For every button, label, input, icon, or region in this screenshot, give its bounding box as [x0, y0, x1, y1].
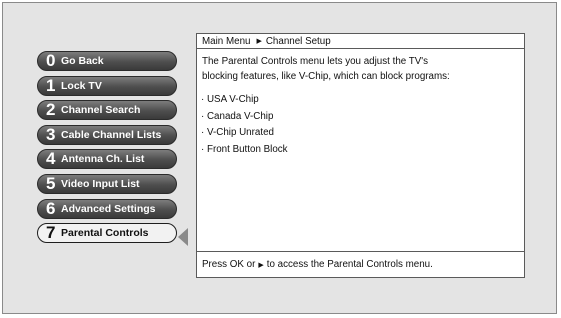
description-line: The Parental Controls menu lets you adju… — [202, 56, 429, 67]
selection-pointer-icon — [178, 228, 188, 246]
tv-screen: 0 Go Back 1 Lock TV 2 Channel Search 3 C… — [2, 2, 557, 314]
menu-item-number: 2 — [46, 100, 56, 120]
breadcrumb-current: Channel Setup — [265, 35, 331, 47]
menu-item-advanced-settings[interactable]: 6 Advanced Settings — [37, 198, 177, 219]
menu-item-number: 4 — [46, 149, 56, 169]
list-item: · USA V-Chip — [201, 94, 259, 105]
menu-item-label: Lock TV — [61, 79, 102, 92]
breadcrumb-root: Main Menu — [202, 35, 251, 47]
menu-item-label: Go Back — [61, 55, 104, 67]
feature-list: · USA V-Chip · Canada V-Chip · V-Chip Un… — [201, 92, 524, 159]
footer-text-after: to access the Parental Controls menu. — [266, 259, 433, 270]
menu-item-video-input-list[interactable]: 5 Video Input List — [37, 173, 177, 194]
list-item: · Front Button Block — [201, 144, 288, 156]
menu-item-label: Antenna Ch. List — [61, 153, 145, 166]
menu-item-number: 3 — [46, 124, 56, 144]
list-item: · V-Chip Unrated — [201, 127, 274, 139]
menu-item-number: 6 — [46, 198, 56, 218]
menu-item-parental-controls[interactable]: 7 Parental Controls — [37, 223, 177, 244]
menu-item-number: 1 — [46, 75, 56, 95]
menu-item-label: Cable Channel Lists — [61, 128, 162, 141]
description: The Parental Controls menu lets you adju… — [202, 54, 519, 84]
menu-item-lock-tv[interactable]: 1 Lock TV — [37, 75, 177, 96]
list-item: · Canada V-Chip — [201, 110, 274, 122]
footer-text-before: Press OK or — [202, 259, 256, 270]
help-footer: Press OK or ▶ to access the Parental Con… — [197, 251, 524, 277]
menu-item-number: 0 — [46, 51, 56, 70]
menu-item-go-back[interactable]: 0 Go Back — [37, 51, 177, 71]
right-triangle-icon: ▶ — [256, 38, 262, 45]
menu-item-number: 7 — [46, 223, 56, 243]
menu-list: 0 Go Back 1 Lock TV 2 Channel Search 3 C… — [37, 51, 177, 244]
menu-item-label: Channel Search — [61, 104, 141, 117]
menu-item-number: 5 — [46, 173, 56, 193]
menu-item-antenna-ch-list[interactable]: 4 Antenna Ch. List — [37, 149, 177, 170]
description-line: blocking features, like V-Chip, which ca… — [202, 71, 450, 82]
breadcrumb: Main Menu ▶ Channel Setup — [197, 34, 524, 49]
right-triangle-icon: ▶ — [258, 261, 264, 269]
menu-item-channel-search[interactable]: 2 Channel Search — [37, 100, 177, 121]
menu-item-label: Parental Controls — [61, 227, 149, 240]
info-panel: Main Menu ▶ Channel Setup The Parental C… — [196, 33, 525, 278]
menu-item-cable-channel-lists[interactable]: 3 Cable Channel Lists — [37, 124, 177, 145]
menu-item-label: Video Input List — [61, 177, 140, 190]
menu-item-label: Advanced Settings — [61, 202, 156, 215]
